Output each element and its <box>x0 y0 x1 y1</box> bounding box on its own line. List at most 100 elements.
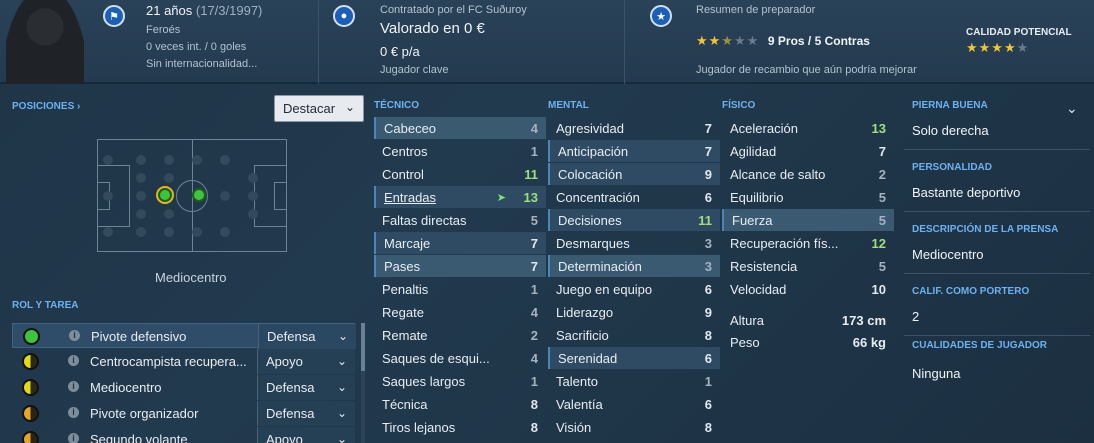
attribute-value: 5 <box>878 213 886 228</box>
player-dob: (17/3/1997) <box>195 3 263 18</box>
position-dot <box>220 191 230 201</box>
attribute-row[interactable]: Concentración 6 <box>548 186 720 208</box>
attribute-row[interactable]: Alcance de salto 2 <box>722 163 894 185</box>
attribute-row[interactable]: Aceleración 13 <box>722 117 894 139</box>
attribute-row[interactable]: Anticipación 7 <box>548 140 720 162</box>
attribute-row[interactable]: Centros 1 <box>374 140 546 162</box>
highlight-dropdown[interactable]: Destacar ⌄ <box>274 95 364 122</box>
attribute-value: 7 <box>704 144 712 159</box>
attribute-row[interactable]: Velocidad 10 <box>722 278 894 300</box>
attribute-row[interactable]: Juego en equipo 6 <box>548 278 720 300</box>
role-suitability-icon <box>22 379 39 396</box>
sidebar-divider <box>904 149 1090 150</box>
info-icon[interactable]: i <box>69 330 80 341</box>
player-header: ⚑ 21 años (17/3/1997) Feroés 0 veces int… <box>0 0 1094 84</box>
position-dot <box>164 155 174 165</box>
potential-label: CALIDAD POTENCIAL <box>966 27 1072 38</box>
role-row[interactable]: i Segundo volante Apoyo ⌄ <box>12 427 355 443</box>
attribute-value: 7 <box>704 121 712 136</box>
attribute-row[interactable]: Sacrificio 8 <box>548 324 720 346</box>
attribute-row[interactable]: Control 11 <box>374 163 546 185</box>
player-nationality[interactable]: Feroés <box>146 24 180 36</box>
height-label: Altura <box>730 313 764 328</box>
role-row[interactable]: i Pivote defensivo Defensa ⌄ <box>12 323 356 349</box>
attribute-row[interactable]: Visión 8 <box>548 416 720 438</box>
attribute-row[interactable]: Faltas directas 5 <box>374 209 546 231</box>
attribute-row[interactable]: Saques largos 1 <box>374 370 546 392</box>
chevron-down-icon[interactable]: ⌄ <box>1066 100 1078 117</box>
gk-title: CALIF. COMO PORTERO <box>912 286 1030 297</box>
duty-dropdown[interactable]: Defensa ⌄ <box>257 375 355 400</box>
roles-scrollbar-thumb[interactable] <box>361 323 365 371</box>
weight-label: Peso <box>730 335 760 350</box>
attribute-row[interactable]: Recuperación fís... 12 <box>722 232 894 254</box>
attribute-row[interactable]: Colocación 9 <box>548 163 720 185</box>
press-title: DESCRIPCIÓN DE LA PRENSA <box>912 224 1059 235</box>
attribute-row[interactable]: Regate 4 <box>374 301 546 323</box>
position-dot-mc[interactable] <box>192 188 206 202</box>
position-dot <box>192 227 202 237</box>
position-dot <box>164 209 174 219</box>
attribute-name: Sacrificio <box>556 328 609 343</box>
pros-cons[interactable]: 9 Pros / 5 Contras <box>768 34 870 48</box>
attribute-row[interactable]: Marcaje 7 <box>374 232 546 254</box>
attribute-row[interactable]: Valentía 6 <box>548 393 720 415</box>
star-badge-icon[interactable]: ★ <box>650 5 672 27</box>
physical-title: FÍSICO <box>722 100 756 111</box>
report-stars: ★★★★★ <box>696 33 760 48</box>
role-row[interactable]: i Pivote organizador Defensa ⌄ <box>12 401 355 426</box>
duty-dropdown[interactable]: Defensa ⌄ <box>258 324 356 349</box>
chevron-down-icon: ⌄ <box>336 432 347 443</box>
attribute-name: Control <box>382 167 424 182</box>
position-pitch[interactable] <box>97 139 287 252</box>
attribute-name: Desmarques <box>556 236 630 251</box>
attribute-row[interactable]: Serenidad 6 <box>548 347 720 369</box>
attribute-row[interactable]: Determinación 3 <box>548 255 720 277</box>
position-dot-dm-primary[interactable] <box>158 188 172 202</box>
positions-title[interactable]: POSICIONES › <box>12 101 80 112</box>
attribute-row[interactable]: Agresividad 7 <box>548 117 720 139</box>
role-row[interactable]: i Mediocentro Defensa ⌄ <box>12 375 355 400</box>
attribute-row[interactable]: Remate 2 <box>374 324 546 346</box>
attribute-row[interactable]: Tiros lejanos 8 <box>374 416 546 438</box>
club-badge-icon[interactable]: ● <box>333 5 355 27</box>
attribute-row[interactable]: Fuerza 5 <box>722 209 894 231</box>
duty-dropdown[interactable]: Defensa ⌄ <box>257 401 355 426</box>
attribute-row[interactable]: Equilibrio 5 <box>722 186 894 208</box>
attribute-row[interactable]: Pases 7 <box>374 255 546 277</box>
personality-value[interactable]: Bastante deportivo <box>912 185 1020 200</box>
attribute-name: Serenidad <box>558 351 618 366</box>
attribute-row[interactable]: Agilidad 7 <box>722 140 894 162</box>
nation-flag-icon[interactable]: ⚑ <box>103 5 125 27</box>
report-rating: ★★★★★ 9 Pros / 5 Contras <box>696 33 870 49</box>
attribute-name: Remate <box>382 328 428 343</box>
attribute-row[interactable]: Entradas ➤ 13 <box>374 186 546 208</box>
info-icon[interactable]: i <box>68 407 79 418</box>
attribute-row[interactable]: Penaltis 1 <box>374 278 546 300</box>
attribute-row[interactable]: Saques de esqui... 4 <box>374 347 546 369</box>
chevron-down-icon: ⌄ <box>336 354 347 368</box>
info-icon[interactable]: i <box>68 433 79 443</box>
attribute-row[interactable]: Liderazgo 9 <box>548 301 720 323</box>
attribute-name: Marcaje <box>384 236 431 251</box>
contract-line[interactable]: Contratado por el FC Suðuroy <box>380 4 527 16</box>
attribute-row[interactable]: Decisiones 11 <box>548 209 720 231</box>
chevron-down-icon: ⌄ <box>344 100 355 114</box>
duty-dropdown[interactable]: Apoyo ⌄ <box>257 427 355 443</box>
attribute-row[interactable]: Talento 1 <box>548 370 720 392</box>
info-icon[interactable]: i <box>68 355 79 366</box>
attribute-name: Anticipación <box>558 144 629 159</box>
attribute-row[interactable]: Cabeceo 4 <box>374 117 546 139</box>
player-age: 21 años <box>146 3 193 18</box>
attribute-value: 6 <box>704 351 712 366</box>
duty-dropdown[interactable]: Apoyo ⌄ <box>257 349 355 374</box>
role-row[interactable]: i Centrocampista recupera... Apoyo ⌄ <box>12 349 355 374</box>
attribute-value: 5 <box>530 213 538 228</box>
attribute-row[interactable]: Desmarques 3 <box>548 232 720 254</box>
attribute-row[interactable]: Técnica 8 <box>374 393 546 415</box>
attribute-name: Faltas directas <box>382 213 467 228</box>
squad-status: Jugador clave <box>380 64 449 76</box>
mental-title: MENTAL <box>548 100 589 111</box>
attribute-row[interactable]: Resistencia 5 <box>722 255 894 277</box>
info-icon[interactable]: i <box>68 381 79 392</box>
